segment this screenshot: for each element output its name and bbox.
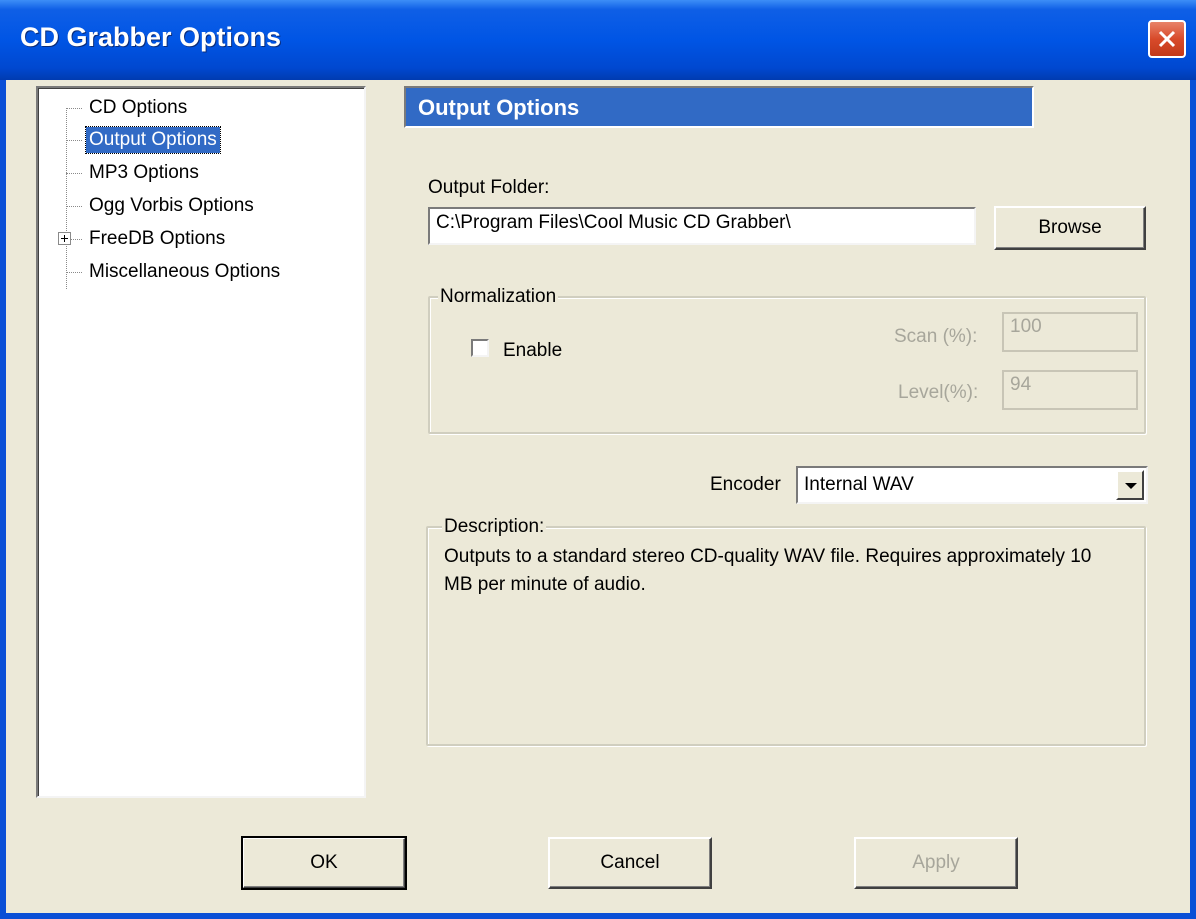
tree-item-output-options[interactable]: Output Options	[85, 126, 221, 154]
description-legend: Description:	[442, 516, 547, 538]
window-title: CD Grabber Options	[20, 22, 282, 52]
section-title: Output Options	[418, 95, 580, 120]
dialog-window: CD Grabber Options CD Options Output Opt…	[0, 0, 1196, 919]
normalization-enable-label: Enable	[503, 340, 563, 361]
normalization-legend: Normalization	[438, 286, 559, 308]
close-button[interactable]	[1148, 20, 1186, 58]
tree-item-miscellaneous-options[interactable]: Miscellaneous Options	[86, 259, 283, 285]
options-tree[interactable]: CD Options Output Options MP3 Options Og…	[36, 86, 366, 798]
encoder-select[interactable]: Internal WAV	[796, 466, 1148, 504]
tree-item-mp3-options[interactable]: MP3 Options	[86, 160, 202, 186]
browse-button[interactable]: Browse	[994, 206, 1146, 250]
dropdown-arrow-icon[interactable]	[1116, 470, 1144, 500]
encoder-selected-value: Internal WAV	[804, 474, 914, 495]
tree-connector-line	[66, 108, 68, 289]
scan-label: Scan (%):	[894, 326, 978, 347]
expand-plus-icon[interactable]	[58, 232, 71, 245]
encoder-label: Encoder	[710, 474, 781, 495]
level-input[interactable]: 94	[1002, 370, 1138, 410]
output-folder-label: Output Folder:	[428, 177, 550, 198]
level-label: Level(%):	[898, 382, 979, 403]
ok-button[interactable]: OK	[241, 836, 407, 890]
apply-button[interactable]: Apply	[854, 837, 1018, 889]
output-folder-input[interactable]: C:\Program Files\Cool Music CD Grabber\	[428, 207, 976, 245]
title-bar[interactable]: CD Grabber Options	[0, 0, 1196, 80]
cancel-button[interactable]: Cancel	[548, 837, 712, 889]
scan-input[interactable]: 100	[1002, 312, 1138, 352]
tree-item-freedb-options[interactable]: FreeDB Options	[86, 226, 228, 252]
tree-connector	[66, 140, 82, 141]
tree-item-ogg-vorbis-options[interactable]: Ogg Vorbis Options	[86, 193, 257, 219]
tree-connector	[66, 108, 82, 109]
close-icon	[1158, 30, 1176, 48]
section-header: Output Options	[404, 86, 1034, 128]
tree-connector	[66, 206, 82, 207]
tree-connector	[66, 173, 82, 174]
tree-item-cd-options[interactable]: CD Options	[86, 95, 190, 121]
tree-connector	[66, 272, 82, 273]
description-text: Outputs to a standard stereo CD-quality …	[444, 546, 1092, 595]
normalization-enable-checkbox[interactable]	[471, 339, 489, 357]
